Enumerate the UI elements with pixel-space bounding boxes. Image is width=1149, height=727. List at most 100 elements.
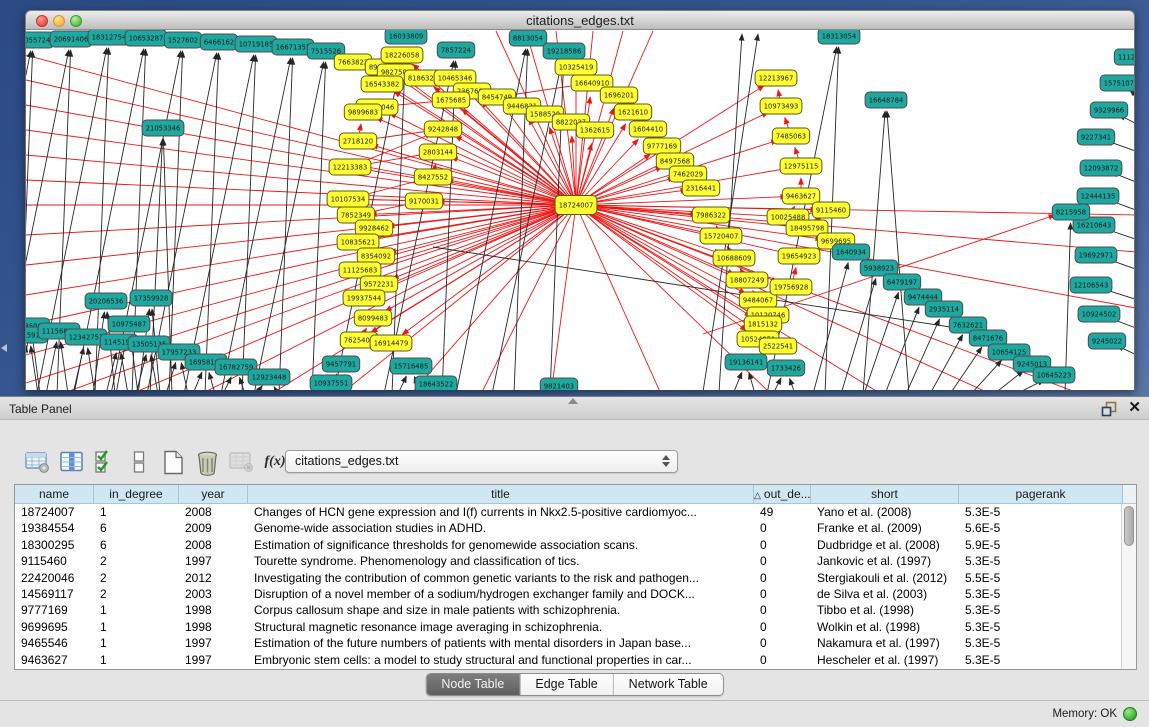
graph-node[interactable]: 20691406 — [50, 31, 92, 47]
graph-node[interactable]: 8215958 — [1052, 204, 1089, 220]
change-table-mode-button[interactable] — [20, 447, 54, 477]
graph-node[interactable]: 1604410 — [629, 121, 666, 137]
cell-name[interactable]: 14569117 — [15, 586, 94, 602]
table-row[interactable]: 946362711997Embryonic stem cells: a mode… — [15, 652, 1136, 668]
cell-pagerank[interactable]: 5.3E-5 — [959, 586, 1123, 602]
cell-title[interactable]: Structural magnetic resonance image aver… — [248, 619, 754, 635]
graph-node[interactable]: 1621610 — [614, 104, 651, 120]
graph-node[interactable]: 8099483 — [354, 310, 391, 326]
graph-node[interactable]: 10645223 — [1033, 367, 1075, 383]
column-header-out_de[interactable]: △out_de... — [754, 485, 811, 504]
column-header-title[interactable]: title — [248, 485, 754, 504]
graph-node[interactable]: 7857224 — [437, 42, 474, 58]
float-window-icon[interactable] — [1101, 401, 1117, 417]
graph-node[interactable]: 1640934 — [832, 244, 869, 260]
cell-year[interactable]: 2008 — [179, 537, 248, 553]
column-header-year[interactable]: year — [179, 485, 248, 504]
cell-in_degree[interactable]: 2 — [94, 586, 179, 602]
cell-year[interactable]: 1997 — [179, 652, 248, 668]
graph-node[interactable]: 9242848 — [424, 121, 461, 137]
graph-node[interactable]: 9115460 — [812, 202, 849, 218]
graph-node[interactable]: 2522541 — [759, 338, 796, 354]
cell-name[interactable]: 9463627 — [15, 652, 94, 668]
cell-year[interactable]: 2009 — [179, 520, 248, 536]
cell-short[interactable]: Dudbridge et al. (2008) — [811, 537, 959, 553]
table-row[interactable]: 2242004622012Investigating the contribut… — [15, 570, 1136, 586]
graph-node[interactable]: 1362615 — [576, 122, 613, 138]
cell-short[interactable]: Yano et al. (2008) — [811, 504, 959, 520]
graph-node[interactable]: 12106543 — [1070, 277, 1112, 293]
graph-node[interactable]: 2316441 — [682, 180, 719, 196]
tab-node-table[interactable]: Node Table — [426, 674, 519, 695]
cell-year[interactable]: 1998 — [179, 619, 248, 635]
cell-short[interactable]: Tibbo et al. (1998) — [811, 602, 959, 618]
network-table-select[interactable]: citations_edges.txt — [285, 450, 678, 473]
graph-node[interactable]: 8427552 — [414, 169, 451, 185]
graph-node[interactable]: 16914479 — [370, 335, 412, 351]
cell-in_degree[interactable]: 2 — [94, 570, 179, 586]
graph-node[interactable]: 12093872 — [1080, 160, 1122, 176]
graph-node[interactable]: 1696201 — [600, 87, 637, 103]
cell-year[interactable]: 1997 — [179, 635, 248, 651]
cell-year[interactable]: 2012 — [179, 570, 248, 586]
cell-title[interactable]: Estimation of the future numbers of pati… — [248, 635, 754, 651]
graph-node[interactable]: 6479197 — [883, 274, 920, 290]
cell-out_degree[interactable]: 0 — [754, 537, 811, 553]
graph-node[interactable]: 18312754 — [88, 30, 130, 45]
table-row[interactable]: 911546021997Tourette syndrome. Phenomeno… — [15, 553, 1136, 569]
cell-pagerank[interactable]: 5.3E-5 — [959, 619, 1123, 635]
graph-node[interactable]: 16543382 — [361, 76, 403, 92]
cell-name[interactable]: 9777169 — [15, 602, 94, 618]
graph-node[interactable]: 1675685 — [432, 92, 469, 108]
graph-node[interactable]: 10937551 — [310, 375, 352, 390]
graph-node[interactable]: 15716485 — [390, 358, 432, 374]
graph-node[interactable]: 2803144 — [419, 144, 456, 160]
cell-title[interactable]: Estimation of significance thresholds fo… — [248, 537, 754, 553]
table-scrollbar[interactable] — [1121, 504, 1136, 669]
delete-columns-button[interactable] — [190, 447, 224, 477]
cell-name[interactable]: 9699695 — [15, 619, 94, 635]
unselect-all-columns-button[interactable] — [122, 447, 156, 477]
graph-node[interactable]: 9899683 — [344, 104, 381, 120]
table-row[interactable]: 969969511998Structural magnetic resonanc… — [15, 619, 1136, 635]
cell-pagerank[interactable]: 5.9E-5 — [959, 537, 1123, 553]
cell-short[interactable]: Wolkin et al. (1998) — [811, 619, 959, 635]
graph-node[interactable]: 10924502 — [1078, 306, 1120, 322]
table-row[interactable]: 946554611997Estimation of the future num… — [15, 635, 1136, 651]
cell-title[interactable]: Corpus callosum shape and size in male p… — [248, 602, 754, 618]
network-graph-canvas[interactable]: 1872400724055724206914061831275410653287… — [25, 30, 1135, 390]
cell-in_degree[interactable]: 6 — [94, 520, 179, 536]
cell-pagerank[interactable]: 5.5E-5 — [959, 570, 1123, 586]
graph-node[interactable]: 10107534 — [327, 191, 369, 207]
cell-title[interactable]: Genome-wide association studies in ADHD. — [248, 520, 754, 536]
graph-node[interactable]: 20206536 — [85, 293, 127, 309]
column-header-pagerank[interactable]: pagerank — [959, 485, 1123, 504]
cell-in_degree[interactable]: 1 — [94, 504, 179, 520]
cell-out_degree[interactable]: 0 — [754, 553, 811, 569]
graph-node[interactable]: 1527602 — [164, 32, 201, 48]
cell-name[interactable]: 18724007 — [15, 504, 94, 520]
graph-node[interactable]: 6466162 — [200, 34, 237, 50]
cell-year[interactable]: 1998 — [179, 602, 248, 618]
graph-node[interactable]: 18807249 — [726, 272, 768, 288]
graph-node[interactable]: 19218586 — [543, 43, 585, 59]
graph-node[interactable]: 7986322 — [692, 207, 729, 223]
graph-node[interactable]: 1112543 — [1114, 49, 1135, 65]
column-header-short[interactable]: short — [811, 485, 959, 504]
graph-node[interactable]: 10325419 — [555, 59, 597, 75]
cell-short[interactable]: Stergiakouli et al. (2012) — [811, 570, 959, 586]
column-header-in_degree[interactable]: in_degree — [94, 485, 179, 504]
graph-node[interactable]: 19654923 — [778, 248, 820, 264]
graph-node[interactable]: 9457791 — [322, 356, 359, 372]
cell-short[interactable]: de Silva et al. (2003) — [811, 586, 959, 602]
cell-title[interactable]: Investigating the contribution of common… — [248, 570, 754, 586]
graph-node[interactable]: 17359928 — [130, 290, 172, 306]
graph-node[interactable]: 10653287 — [125, 30, 167, 46]
graph-node[interactable]: 9484067 — [739, 292, 776, 308]
graph-node[interactable]: 19692971 — [1075, 247, 1117, 263]
graph-node[interactable]: 21053346 — [142, 120, 184, 136]
cell-year[interactable]: 1997 — [179, 553, 248, 569]
graph-node[interactable]: 1815132 — [744, 316, 781, 332]
select-all-columns-button[interactable] — [88, 447, 122, 477]
cell-title[interactable]: Embryonic stem cells: a model to study s… — [248, 652, 754, 668]
